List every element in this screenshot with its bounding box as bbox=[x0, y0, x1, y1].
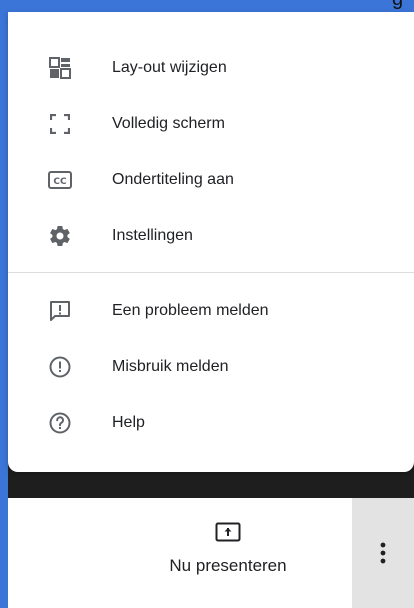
menu-item-settings[interactable]: Instellingen bbox=[8, 213, 414, 259]
more-vert-icon bbox=[380, 542, 386, 564]
menu-item-fullscreen[interactable]: Volledig scherm bbox=[8, 101, 414, 147]
menu-item-change-layout[interactable]: Lay-out wijzigen bbox=[8, 45, 414, 91]
meeting-bottom-bar: Nu presenteren bbox=[8, 498, 414, 608]
gear-icon bbox=[48, 224, 72, 248]
menu-item-captions[interactable]: CC Ondertiteling aan bbox=[8, 157, 414, 203]
report-abuse-icon bbox=[48, 355, 72, 379]
menu-divider bbox=[8, 272, 414, 273]
menu-item-report-abuse[interactable]: Misbruik melden bbox=[8, 344, 414, 390]
menu-item-label: Misbruik melden bbox=[112, 358, 229, 375]
menu-item-label: Ondertiteling aan bbox=[112, 171, 234, 188]
page-title-fragment: g bbox=[300, 0, 414, 12]
help-icon bbox=[48, 411, 72, 435]
menu-item-label: Help bbox=[112, 414, 145, 431]
options-menu: Lay-out wijzigen Volledig scherm CC Onde… bbox=[8, 12, 414, 472]
present-now-label: Nu presenteren bbox=[169, 556, 287, 575]
present-now-button[interactable]: Nu presenteren bbox=[138, 520, 318, 590]
menu-item-report-problem[interactable]: Een probleem melden bbox=[8, 288, 414, 334]
report-problem-icon bbox=[48, 299, 72, 323]
present-screen-icon bbox=[215, 522, 241, 542]
menu-item-label: Lay-out wijzigen bbox=[112, 59, 227, 76]
svg-text:CC: CC bbox=[53, 177, 67, 187]
closed-captions-icon: CC bbox=[48, 168, 72, 192]
menu-item-label: Instellingen bbox=[112, 227, 193, 244]
fullscreen-icon bbox=[48, 112, 72, 136]
menu-item-label: Een probleem melden bbox=[112, 302, 269, 319]
menu-item-label: Volledig scherm bbox=[112, 115, 225, 132]
menu-item-help[interactable]: Help bbox=[8, 400, 414, 446]
more-options-button[interactable] bbox=[352, 498, 414, 608]
window-left-border bbox=[0, 0, 8, 608]
layout-icon bbox=[48, 56, 72, 80]
